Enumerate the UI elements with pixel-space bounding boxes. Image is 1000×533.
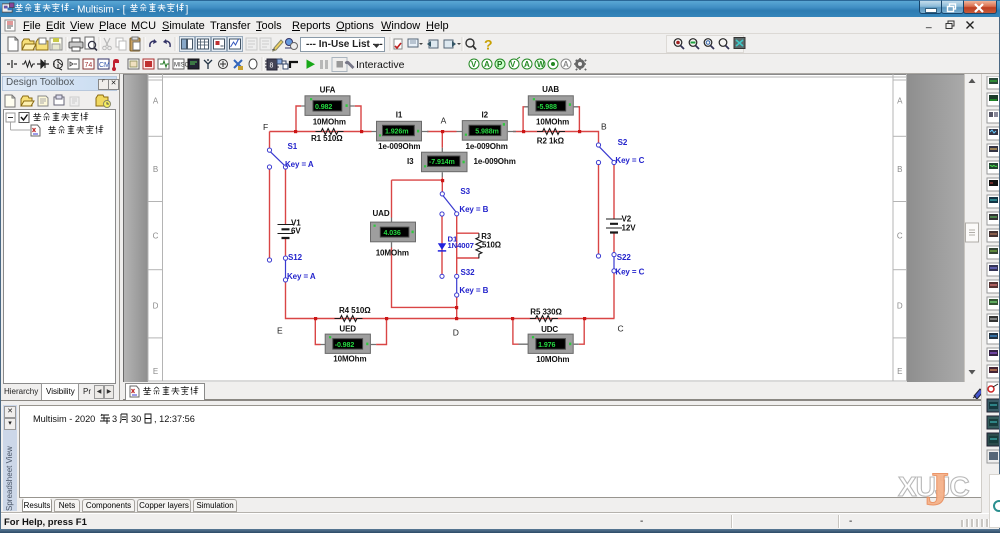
svg-text:C: C [618, 323, 624, 333]
svg-text:CM: CM [99, 62, 110, 69]
svg-text:]: ] [186, 5, 189, 16]
svg-text:V: V [471, 60, 477, 69]
svg-text:5.988m: 5.988m [475, 127, 498, 135]
svg-text:-7.914m: -7.914m [429, 158, 455, 166]
svg-text:-0.982: -0.982 [335, 341, 355, 349]
svg-text:8: 8 [270, 63, 274, 70]
svg-text:S1: S1 [288, 142, 298, 151]
svg-text:J: J [925, 463, 949, 516]
svg-text:UAD: UAD [372, 209, 389, 218]
svg-text:10MOhm: 10MOhm [376, 249, 409, 258]
svg-text:I1: I1 [396, 111, 403, 120]
svg-text:Key = A: Key = A [287, 272, 316, 281]
svg-text:0.982: 0.982 [315, 103, 332, 111]
svg-text:4.036: 4.036 [384, 229, 401, 237]
svg-text:3: 3 [112, 414, 117, 424]
svg-text:R2 1kΩ: R2 1kΩ [537, 136, 565, 145]
svg-text:V2: V2 [622, 214, 632, 223]
svg-text:V: V [510, 60, 516, 69]
svg-text:?: ? [484, 37, 493, 53]
svg-text:1N4007: 1N4007 [448, 241, 474, 250]
svg-text:UED: UED [339, 324, 356, 333]
svg-text:MISC: MISC [174, 63, 190, 69]
svg-text:UAB: UAB [542, 85, 559, 94]
svg-text:E: E [897, 367, 902, 376]
svg-text:S3: S3 [460, 187, 470, 196]
svg-text:E: E [277, 326, 283, 336]
svg-text:D: D [153, 301, 159, 310]
svg-text:P: P [497, 60, 503, 69]
svg-text:S32: S32 [461, 268, 476, 277]
svg-text:C: C [897, 231, 903, 240]
svg-text:A: A [897, 97, 903, 106]
svg-text:A: A [524, 60, 530, 69]
svg-text:1.926m: 1.926m [385, 128, 408, 136]
svg-text:Key = A: Key = A [285, 160, 314, 169]
svg-text:10MOhm: 10MOhm [536, 355, 569, 364]
svg-text:Multisim - 2020: Multisim - 2020 [33, 414, 95, 424]
svg-text:Key = C: Key = C [615, 156, 644, 165]
svg-text:B: B [153, 165, 158, 174]
svg-text:R1 510Ω: R1 510Ω [311, 134, 343, 143]
svg-text:1e-009Ohm: 1e-009Ohm [378, 142, 420, 151]
svg-text:UFA: UFA [320, 86, 336, 95]
svg-text:Key = C: Key = C [615, 267, 644, 276]
svg-text:D: D [897, 301, 903, 310]
svg-text:, 12:37:56: , 12:37:56 [154, 414, 195, 424]
svg-text:-5.988: -5.988 [537, 103, 557, 111]
svg-text:10MOhm: 10MOhm [536, 118, 569, 127]
svg-text:S22: S22 [617, 253, 632, 262]
svg-text:B: B [897, 165, 902, 174]
svg-text:1.976: 1.976 [538, 341, 555, 349]
svg-text:- Multisim - [: - Multisim - [ [71, 5, 126, 16]
svg-text:1e-009Ohm: 1e-009Ohm [465, 142, 507, 151]
svg-text:A: A [153, 97, 159, 106]
svg-text:Key = B: Key = B [459, 286, 488, 295]
svg-text:R5 330Ω: R5 330Ω [530, 307, 562, 316]
svg-text:C: C [153, 231, 159, 240]
svg-text:A: A [484, 60, 490, 69]
svg-text:510Ω: 510Ω [482, 241, 501, 250]
svg-text:R4 510Ω: R4 510Ω [339, 306, 371, 315]
svg-text:I3: I3 [407, 157, 414, 166]
svg-text:W: W [537, 60, 545, 69]
svg-text:Interactive: Interactive [356, 59, 405, 71]
svg-text:A: A [441, 116, 447, 126]
svg-text:E: E [153, 367, 158, 376]
svg-text:S2: S2 [618, 138, 628, 147]
svg-text:S12: S12 [288, 253, 303, 262]
svg-text:D: D [453, 327, 459, 337]
svg-text:10MOhm: 10MOhm [333, 355, 366, 364]
svg-text:30: 30 [131, 414, 141, 424]
svg-text:6V: 6V [291, 226, 301, 235]
svg-text:74: 74 [85, 62, 93, 69]
svg-text:B: B [601, 122, 607, 132]
svg-text:12V: 12V [622, 223, 637, 232]
svg-text:A: A [563, 60, 569, 69]
svg-text:1e-009Ohm: 1e-009Ohm [474, 157, 516, 166]
svg-text:I2: I2 [482, 111, 489, 120]
svg-text:Key = B: Key = B [459, 205, 488, 214]
svg-text:F: F [263, 122, 268, 132]
svg-text:10MOhm: 10MOhm [313, 118, 346, 127]
svg-text:UDC: UDC [541, 325, 558, 334]
